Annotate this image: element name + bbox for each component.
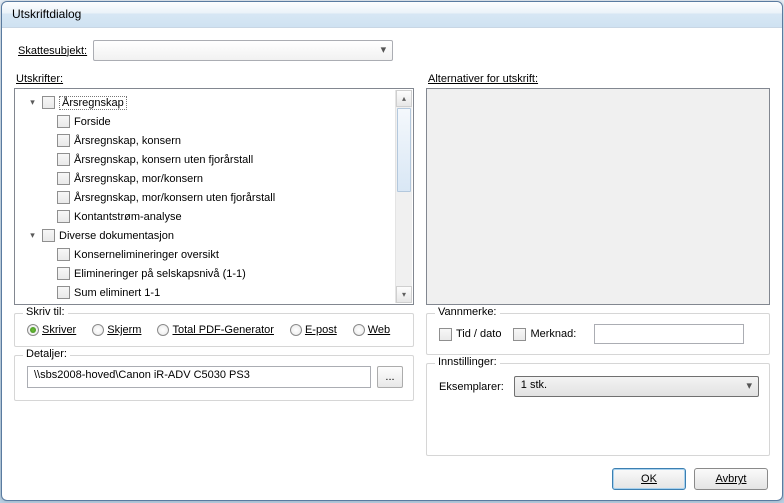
note-checkbox[interactable]: Merknad: (513, 328, 576, 341)
tree-item[interactable]: ▾ Diverse dokumentasjon (21, 226, 413, 245)
radio-icon (27, 324, 39, 336)
write-to-legend: Skriv til: (23, 306, 68, 318)
radio-icon (157, 324, 169, 336)
checkbox-icon (439, 328, 452, 341)
radio-icon (290, 324, 302, 336)
details-group: Detaljer: \\sbs2008-hoved\Canon iR-ADV C… (14, 355, 414, 401)
tree-item-label: Elimineringer på selskapsnivå (1-1) (74, 268, 246, 280)
scroll-down-button[interactable]: ▾ (396, 286, 412, 303)
checkbox-icon (513, 328, 526, 341)
window-title: Utskriftdialog (12, 7, 81, 21)
radio-web[interactable]: Web (353, 324, 390, 336)
tree-item-label: Konsernelimineringer oversikt (74, 249, 219, 261)
copies-label: Eksemplarer: (439, 381, 504, 393)
tree-item-label: Årsregnskap, konsern uten fjorårstall (74, 154, 253, 166)
titlebar[interactable]: Utskriftdialog (2, 2, 782, 28)
watermark-legend: Vannmerke: (435, 306, 500, 318)
copies-combo[interactable]: 1 stk. (514, 376, 759, 397)
settings-group: Innstillinger: Eksemplarer: 1 stk. (426, 363, 770, 456)
radio-label: Total PDF-Generator (172, 324, 273, 336)
checkbox-icon[interactable] (57, 134, 70, 147)
copies-value: 1 stk. (521, 379, 547, 391)
time-date-label: Tid / dato (456, 328, 501, 340)
checkbox-icon[interactable] (57, 286, 70, 299)
tree-item-label: Sum eliminert 1-1 (74, 287, 160, 299)
right-column: Alternativer for utskrift: Vannmerke: Ti… (426, 73, 770, 456)
radio-icon (353, 324, 365, 336)
alternatives-box (426, 88, 770, 305)
tree-item[interactable]: Årsregnskap, mor/konsern uten fjorårstal… (21, 188, 413, 207)
subject-combo[interactable] (93, 40, 393, 61)
subject-label: Skattesubjekt: (18, 45, 87, 57)
printer-path-field[interactable]: \\sbs2008-hoved\Canon iR-ADV C5030 PS3 (27, 366, 371, 388)
printouts-label: Utskrifter: (16, 73, 414, 85)
write-to-group: Skriv til: SkriverSkjermTotal PDF-Genera… (14, 313, 414, 347)
tree-twisty-icon[interactable]: ▾ (27, 97, 38, 108)
dialog-footer: OK Avbryt (14, 464, 770, 490)
tree-item[interactable]: Forside (21, 112, 413, 131)
checkbox-icon[interactable] (42, 96, 55, 109)
time-date-checkbox[interactable]: Tid / dato (439, 328, 501, 341)
subject-row: Skattesubjekt: (18, 40, 770, 61)
scroll-up-button[interactable]: ▴ (396, 90, 412, 107)
tree-item[interactable]: Årsregnskap, mor/konsern (21, 169, 413, 188)
cancel-button[interactable]: Avbryt (694, 468, 768, 490)
tree-item[interactable]: Årsregnskap, konsern (21, 131, 413, 150)
browse-button[interactable]: ... (377, 366, 403, 388)
details-legend: Detaljer: (23, 348, 70, 360)
radio-icon (92, 324, 104, 336)
radio-skjerm[interactable]: Skjerm (92, 324, 141, 336)
note-input[interactable] (594, 324, 744, 344)
checkbox-icon[interactable] (57, 210, 70, 223)
tree-item-label: Diverse dokumentasjon (59, 230, 174, 242)
tree-item-label: Forside (74, 116, 111, 128)
checkbox-icon[interactable] (57, 115, 70, 128)
note-label: Merknad: (530, 328, 576, 340)
print-dialog-window: Utskriftdialog Skattesubjekt: Utskrifter… (1, 1, 783, 501)
radio-label: E-post (305, 324, 337, 336)
radio-label: Skriver (42, 324, 76, 336)
tree-item-label: Kontantstrøm-analyse (74, 211, 182, 223)
tree-item-label: Årsregnskap, mor/konsern (74, 173, 203, 185)
write-to-radios: Skriver Skjerm Total PDF-Generator E-post We… (27, 324, 403, 336)
tree-item-label: Årsregnskap (59, 96, 127, 110)
tree-item[interactable]: Konsernelimineringer oversikt (21, 245, 413, 264)
checkbox-icon[interactable] (57, 191, 70, 204)
checkbox-icon[interactable] (57, 267, 70, 280)
printouts-tree[interactable]: ▾ Årsregnskap Forside Årsregnskap, konsern Å… (14, 88, 414, 305)
checkbox-icon[interactable] (42, 229, 55, 242)
radio-skriver[interactable]: Skriver (27, 324, 76, 336)
tree-item[interactable]: Årsregnskap, konsern uten fjorårstall (21, 150, 413, 169)
tree-twisty-icon[interactable]: ▾ (27, 230, 38, 241)
radio-label: Skjerm (107, 324, 141, 336)
checkbox-icon[interactable] (57, 248, 70, 261)
radio-label: Web (368, 324, 390, 336)
checkbox-icon[interactable] (57, 172, 70, 185)
settings-legend: Innstillinger: (435, 356, 500, 368)
watermark-group: Vannmerke: Tid / dato Merknad: (426, 313, 770, 355)
tree-item-label: Årsregnskap, konsern (74, 135, 181, 147)
checkbox-icon[interactable] (57, 153, 70, 166)
scroll-thumb[interactable] (397, 108, 411, 192)
tree-item[interactable]: ▾ Årsregnskap (21, 93, 413, 112)
alternatives-label: Alternativer for utskrift: (428, 73, 770, 85)
tree-item[interactable]: Elimineringer på selskapsnivå (1-1) (21, 264, 413, 283)
ok-button[interactable]: OK (612, 468, 686, 490)
left-column: Utskrifter: ▾ Årsregnskap Forside Årsregnsk… (14, 73, 414, 456)
radio-total-pdf-generator[interactable]: Total PDF-Generator (157, 324, 273, 336)
tree-item[interactable]: Sum eliminert 1-1 (21, 283, 413, 302)
tree-scrollbar[interactable]: ▴ ▾ (395, 90, 412, 303)
client-area: Skattesubjekt: Utskrifter: ▾ Årsregnskap F… (2, 28, 782, 500)
tree-item-label: Årsregnskap, mor/konsern uten fjorårstal… (74, 192, 275, 204)
tree-item[interactable]: Kontantstrøm-analyse (21, 207, 413, 226)
radio-e-post[interactable]: E-post (290, 324, 337, 336)
columns: Utskrifter: ▾ Årsregnskap Forside Årsregnsk… (14, 73, 770, 456)
